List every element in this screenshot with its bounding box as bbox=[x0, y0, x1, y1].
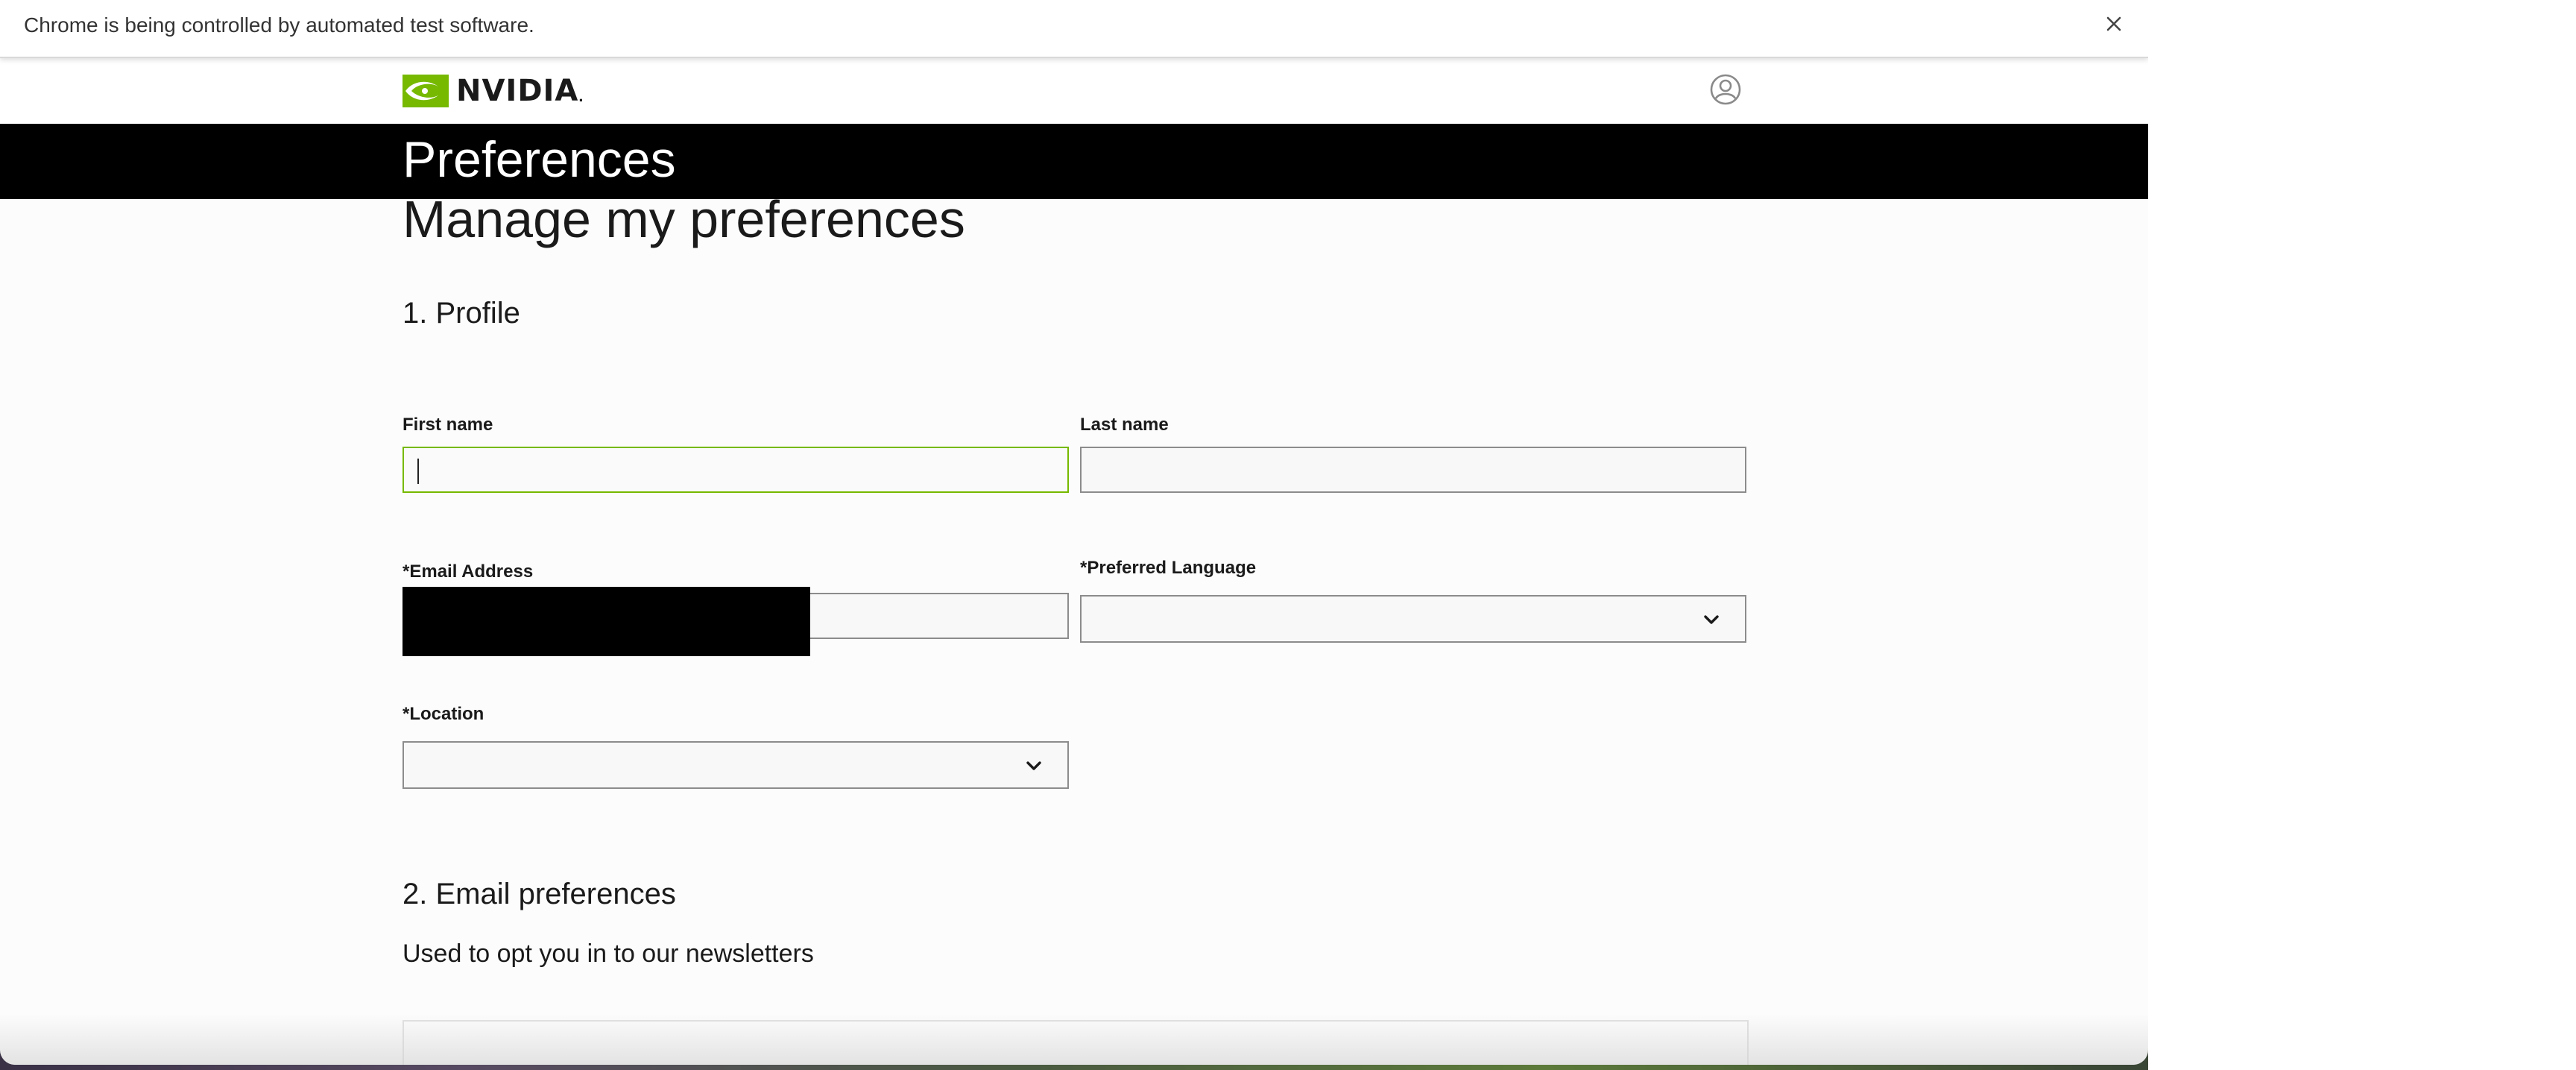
email-label: *Email Address bbox=[402, 561, 534, 582]
location-select[interactable] bbox=[402, 741, 1069, 789]
last-name-field[interactable] bbox=[1080, 447, 1746, 493]
close-icon[interactable] bbox=[2100, 10, 2127, 37]
window-bottom-shadow bbox=[0, 1014, 2148, 1065]
empty-screen-area bbox=[2148, 0, 2576, 1070]
site-header: NVIDIA . bbox=[0, 58, 2148, 124]
text-caret bbox=[417, 459, 419, 484]
redaction-box bbox=[402, 587, 810, 656]
location-label: *Location bbox=[402, 704, 484, 724]
chevron-down-icon bbox=[1026, 761, 1041, 770]
user-account-icon[interactable] bbox=[1709, 73, 1742, 106]
chevron-down-icon bbox=[1704, 615, 1719, 624]
nvidia-eye-icon bbox=[402, 75, 449, 107]
infobar-message: Chrome is being controlled by automated … bbox=[24, 13, 534, 37]
browser-window: Chrome is being controlled by automated … bbox=[0, 0, 2148, 1065]
first-name-label: First name bbox=[402, 415, 493, 435]
email-preferences-description: Used to opt you in to our newsletters bbox=[402, 940, 814, 968]
last-name-label: Last name bbox=[1080, 415, 1169, 435]
email-preferences-section-title: 2. Email preferences bbox=[402, 878, 676, 910]
profile-section-title: 1. Profile bbox=[402, 297, 520, 330]
preferred-language-select[interactable] bbox=[1080, 595, 1746, 643]
preferred-language-label: *Preferred Language bbox=[1080, 558, 1257, 578]
logo-dot: . bbox=[578, 86, 584, 105]
page-banner: Preferences bbox=[0, 124, 2148, 199]
automation-infobar: Chrome is being controlled by automated … bbox=[0, 0, 2148, 58]
nvidia-logo[interactable]: NVIDIA . bbox=[402, 73, 583, 109]
first-name-field[interactable] bbox=[402, 447, 1069, 493]
page-title: Manage my preferences bbox=[402, 190, 965, 248]
logo-wordmark: NVIDIA bbox=[456, 74, 579, 108]
banner-title: Preferences bbox=[402, 131, 676, 188]
